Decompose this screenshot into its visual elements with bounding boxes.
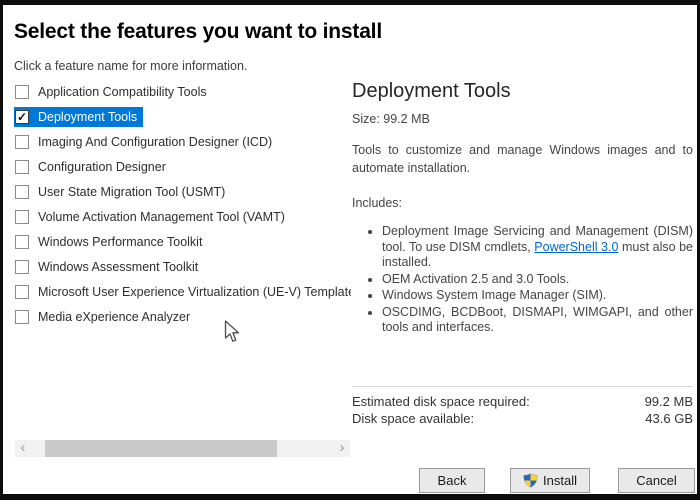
disk-available-row: Disk space available: 43.6 GB	[352, 410, 693, 427]
install-button-label: Install	[543, 473, 577, 488]
checkbox-unchecked-icon[interactable]	[15, 85, 29, 99]
feature-row-4[interactable]: User State Migration Tool (USMT)	[14, 182, 231, 202]
feature-list: Application Compatibility Tools ✓ Deployme…	[14, 82, 351, 332]
checkbox-unchecked-icon[interactable]	[15, 160, 29, 174]
includes-item-text: OEM Activation 2.5 and 3.0 Tools.	[382, 272, 569, 286]
checkbox-unchecked-icon[interactable]	[15, 260, 29, 274]
powershell-link[interactable]: PowerShell 3.0	[534, 240, 618, 254]
disk-required-value: 99.2 MB	[645, 393, 693, 410]
details-size: Size: 99.2 MB	[352, 112, 693, 126]
feature-label: Windows Performance Toolkit	[38, 235, 202, 249]
checkbox-unchecked-icon[interactable]	[15, 210, 29, 224]
feature-row-0[interactable]: Application Compatibility Tools	[14, 82, 213, 102]
scrollbar-thumb[interactable]	[45, 440, 277, 457]
install-button[interactable]: Install	[510, 468, 590, 493]
includes-item-1: OEM Activation 2.5 and 3.0 Tools.	[382, 272, 693, 288]
includes-item-2: Windows System Image Manager (SIM).	[382, 288, 693, 304]
feature-row-1[interactable]: ✓ Deployment Tools	[14, 107, 143, 127]
disk-required-label: Estimated disk space required:	[352, 393, 530, 410]
adk-install-features-window: Select the features you want to install …	[0, 0, 700, 500]
includes-item-text: Windows System Image Manager (SIM).	[382, 288, 606, 302]
includes-item-3: OSCDIMG, BCDBoot, DISMAPI, WIMGAPI, and …	[382, 305, 693, 336]
feature-row-9[interactable]: Media eXperience Analyzer	[14, 307, 196, 327]
feature-label: Configuration Designer	[38, 160, 166, 174]
feature-label: Microsoft User Experience Virtualization…	[38, 285, 351, 299]
feature-row-2[interactable]: Imaging And Configuration Designer (ICD)	[14, 132, 278, 152]
feature-label: Application Compatibility Tools	[38, 85, 207, 99]
details-description: Tools to customize and manage Windows im…	[352, 141, 693, 177]
feature-row-3[interactable]: Configuration Designer	[14, 157, 172, 177]
horizontal-scrollbar[interactable]: ‹ ›	[15, 440, 350, 457]
disk-available-label: Disk space available:	[352, 410, 474, 427]
feature-row-7[interactable]: Windows Assessment Toolkit	[14, 257, 204, 277]
scroll-left-arrow-icon[interactable]: ‹	[15, 440, 31, 457]
includes-list: Deployment Image Servicing and Managemen…	[352, 224, 693, 336]
uac-shield-icon	[523, 473, 538, 488]
feature-label: Windows Assessment Toolkit	[38, 260, 198, 274]
includes-item-0: Deployment Image Servicing and Managemen…	[382, 224, 693, 271]
scroll-right-arrow-icon[interactable]: ›	[334, 440, 350, 457]
feature-label: Volume Activation Management Tool (VAMT)	[38, 210, 285, 224]
details-panel: Deployment Tools Size: 99.2 MB Tools to …	[352, 80, 693, 337]
disk-section-separator	[352, 386, 693, 387]
includes-label: Includes:	[352, 196, 693, 210]
feature-row-5[interactable]: Volume Activation Management Tool (VAMT)	[14, 207, 291, 227]
feature-row-6[interactable]: Windows Performance Toolkit	[14, 232, 208, 252]
feature-label: Imaging And Configuration Designer (ICD)	[38, 135, 272, 149]
cancel-button-label: Cancel	[636, 473, 676, 488]
back-button[interactable]: Back	[419, 468, 485, 493]
checkbox-unchecked-icon[interactable]	[15, 285, 29, 299]
checkbox-unchecked-icon[interactable]	[15, 135, 29, 149]
feature-label: User State Migration Tool (USMT)	[38, 185, 225, 199]
disk-required-row: Estimated disk space required: 99.2 MB	[352, 393, 693, 410]
back-button-label: Back	[438, 473, 467, 488]
checkbox-checked-icon[interactable]: ✓	[15, 110, 29, 124]
disk-space-summary: Estimated disk space required: 99.2 MB D…	[352, 393, 693, 427]
includes-item-text: OSCDIMG, BCDBoot, DISMAPI, WIMGAPI, and …	[382, 305, 693, 335]
details-title: Deployment Tools	[352, 80, 693, 103]
checkbox-unchecked-icon[interactable]	[15, 235, 29, 249]
cancel-button[interactable]: Cancel	[618, 468, 695, 493]
page-title: Select the features you want to install	[14, 20, 382, 44]
feature-label: Deployment Tools	[38, 110, 137, 124]
feature-row-8[interactable]: Microsoft User Experience Virtualization…	[14, 282, 351, 302]
checkbox-unchecked-icon[interactable]	[15, 185, 29, 199]
page-subtitle: Click a feature name for more informatio…	[14, 59, 247, 73]
disk-available-value: 43.6 GB	[645, 410, 693, 427]
feature-label: Media eXperience Analyzer	[38, 310, 190, 324]
checkbox-unchecked-icon[interactable]	[15, 310, 29, 324]
